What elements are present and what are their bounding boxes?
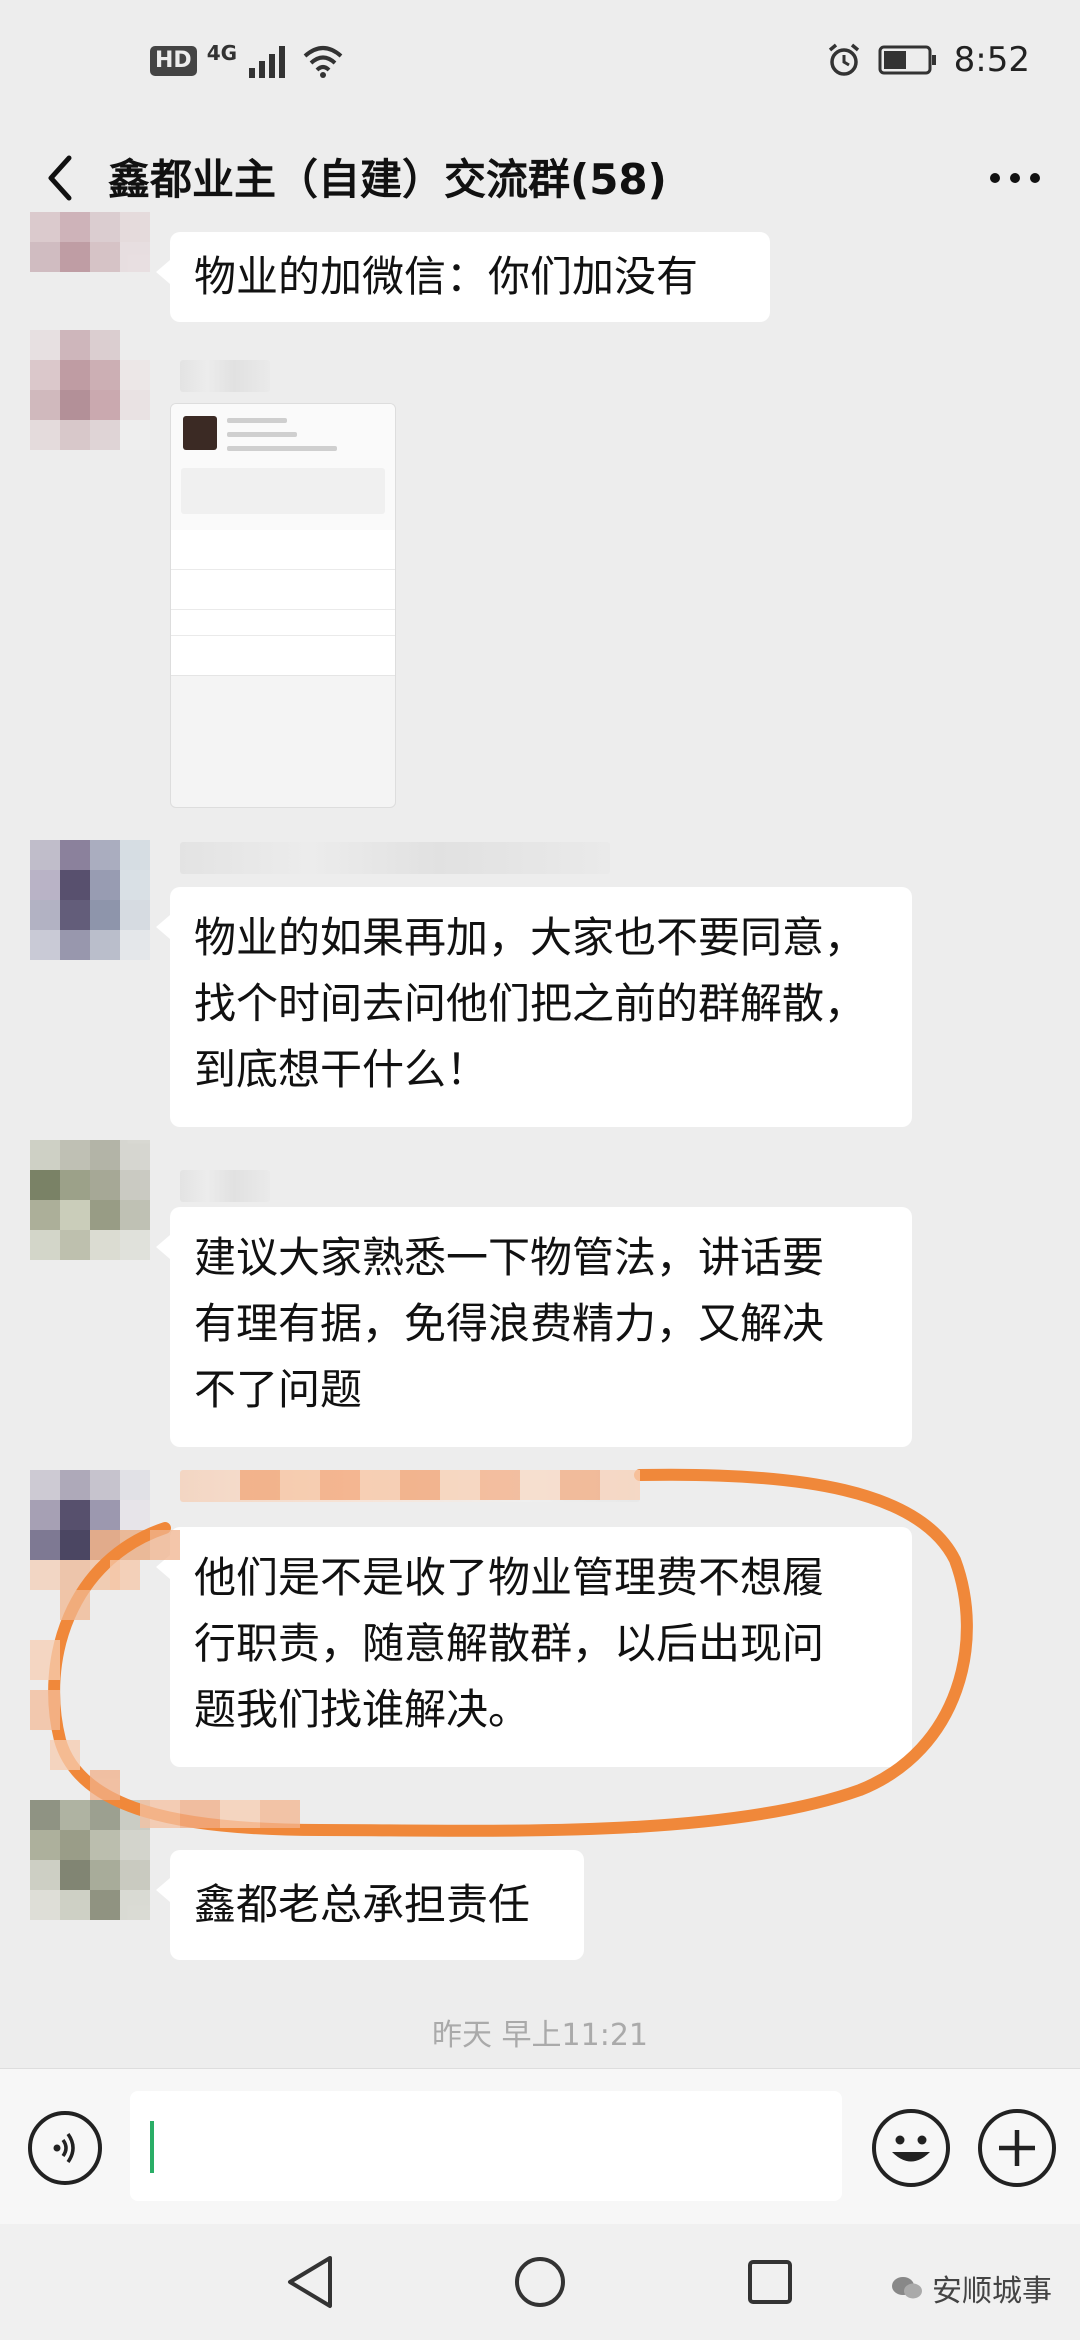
avatar[interactable] bbox=[30, 1800, 150, 1920]
square-recents-icon bbox=[748, 2260, 792, 2304]
sender-name bbox=[180, 1170, 270, 1202]
text-caret bbox=[150, 2121, 154, 2173]
message-line: 有理有据，免得浪费精力，又解决 bbox=[194, 1299, 825, 1348]
card-line bbox=[227, 418, 287, 423]
message-line: 到底想干什么！ bbox=[194, 1045, 489, 1094]
message-text: 鑫都老总承担责任 bbox=[194, 1880, 531, 1929]
watermark: 安顺城事 bbox=[890, 2266, 1052, 2310]
more-dots-icon bbox=[990, 173, 1040, 183]
chat-title: 鑫都业主（自建）交流群(58) bbox=[108, 155, 667, 204]
triangle-back-icon bbox=[288, 2256, 332, 2308]
avatar[interactable] bbox=[30, 840, 150, 960]
message-bubble[interactable]: 物业的加微信：你们加没有 bbox=[156, 232, 770, 322]
message-line: 题我们找谁解决。 bbox=[194, 1685, 531, 1734]
message-line: 不了问题 bbox=[194, 1365, 363, 1414]
message-line: 物业的如果再加，大家也不要同意， bbox=[194, 913, 867, 962]
sender-name bbox=[180, 842, 610, 874]
message-line: 他们是不是收了物业管理费不想履 bbox=[194, 1553, 825, 1602]
status-right: 8:52 bbox=[826, 40, 1030, 80]
hd-badge: HD bbox=[150, 46, 197, 76]
wechat-logo-icon bbox=[892, 2277, 922, 2299]
card-row bbox=[171, 530, 395, 570]
highlight-circle bbox=[30, 1468, 973, 1837]
nav-home-button[interactable] bbox=[510, 2252, 570, 2312]
circle-home-icon bbox=[515, 2257, 565, 2307]
network-label: 4G bbox=[206, 41, 238, 65]
message-line: 建议大家熟悉一下物管法，讲话要 bbox=[194, 1233, 825, 1282]
alarm-icon bbox=[828, 43, 859, 76]
watermark-text: 安顺城事 bbox=[932, 2274, 1052, 2309]
message-bubble[interactable]: 物业的如果再加，大家也不要同意， 找个时间去问他们把之前的群解散， 到底想干什么… bbox=[156, 887, 912, 1127]
emoji-icon bbox=[892, 2135, 930, 2162]
status-left: HD 4G bbox=[150, 41, 345, 78]
message-bubble[interactable]: 建议大家熟悉一下物管法，讲话要 有理有据，免得浪费精力，又解决 不了问题 bbox=[156, 1207, 912, 1447]
battery-icon bbox=[878, 45, 936, 75]
plus-button[interactable] bbox=[978, 2109, 1056, 2187]
input-bar bbox=[0, 2068, 1080, 2224]
chevron-left-icon bbox=[48, 155, 72, 201]
status-bar: HD 4G 8:52 bbox=[0, 0, 1080, 130]
sender-name bbox=[180, 360, 270, 392]
card-avatar bbox=[183, 416, 217, 450]
nav-back-button[interactable] bbox=[280, 2252, 340, 2312]
message-text: 物业的加微信：你们加没有 bbox=[194, 252, 699, 301]
image-message[interactable] bbox=[170, 403, 396, 808]
card-row bbox=[171, 610, 395, 636]
avatar[interactable] bbox=[30, 212, 150, 272]
more-button[interactable] bbox=[980, 148, 1050, 208]
avatar[interactable] bbox=[30, 1140, 150, 1260]
emoji-button[interactable] bbox=[872, 2109, 950, 2187]
status-time: 8:52 bbox=[953, 40, 1030, 80]
message-input[interactable] bbox=[130, 2091, 842, 2201]
message-timestamp: 昨天 早上11:21 bbox=[432, 2018, 648, 2053]
message-bubble[interactable]: 他们是不是收了物业管理费不想履 行职责，随意解散群，以后出现问 题我们找谁解决。 bbox=[156, 1527, 912, 1767]
chat-title-bar: 鑫都业主（自建）交流群(58) bbox=[0, 130, 1080, 230]
card-box bbox=[181, 468, 385, 514]
message-line: 行职责，随意解散群，以后出现问 bbox=[194, 1619, 825, 1668]
voice-icon bbox=[53, 2132, 75, 2164]
card-line bbox=[227, 432, 297, 437]
card-verify-button bbox=[171, 636, 395, 676]
wifi-icon bbox=[303, 46, 343, 78]
avatar[interactable] bbox=[30, 330, 150, 450]
message-bubble[interactable]: 鑫都老总承担责任 bbox=[156, 1850, 584, 1960]
card-line bbox=[227, 446, 337, 451]
sender-name bbox=[180, 1470, 640, 1502]
voice-button[interactable] bbox=[28, 2111, 102, 2185]
plus-icon bbox=[999, 2130, 1035, 2166]
back-button[interactable] bbox=[30, 148, 90, 208]
signal-icon bbox=[249, 46, 286, 78]
system-nav-bar: 安顺城事 bbox=[0, 2224, 1080, 2340]
avatar[interactable] bbox=[30, 1470, 150, 1590]
nav-recents-button[interactable] bbox=[740, 2252, 800, 2312]
card-row bbox=[171, 570, 395, 610]
message-line: 找个时间去问他们把之前的群解散， bbox=[194, 979, 867, 1028]
